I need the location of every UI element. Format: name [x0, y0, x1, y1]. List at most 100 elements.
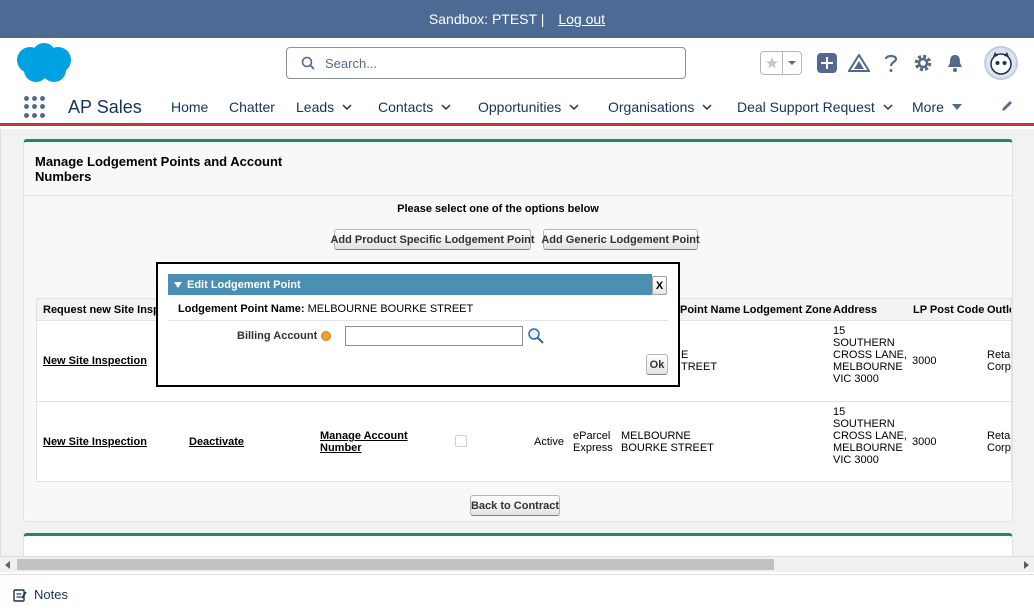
billing-account-label: Billing Account — [237, 330, 332, 342]
chevron-down-icon[interactable] — [883, 102, 893, 112]
billing-account-label-text: Billing Account — [237, 330, 318, 342]
nav-item-label[interactable]: More — [912, 99, 944, 115]
deactivate-link[interactable]: Deactivate — [189, 436, 244, 448]
page-title: Manage Lodgement Points and Account Numb… — [35, 154, 283, 184]
lodgement-point-name-label: Lodgement Point Name: — [178, 303, 305, 315]
secondary-panel — [23, 533, 1013, 556]
pencil-icon[interactable] — [1000, 99, 1014, 116]
active-checkbox[interactable] — [455, 435, 467, 447]
nav-item-home[interactable]: Home — [171, 99, 208, 115]
lodgement-point-name-value: MELBOURNE BOURKE STREET — [307, 303, 474, 315]
ok-button[interactable]: Ok — [646, 354, 668, 375]
nav-item-deal-support-request[interactable]: Deal Support Request — [737, 99, 893, 115]
lookup-search-icon[interactable] — [527, 327, 545, 345]
caret-down-icon[interactable] — [951, 102, 962, 112]
global-search-input[interactable]: Search... — [286, 47, 686, 79]
add-icon[interactable] — [816, 52, 838, 74]
post-code-cell: 3000 — [912, 355, 937, 367]
nav-item-more[interactable]: More — [912, 99, 962, 115]
nav-item-opportunities[interactable]: Opportunities — [478, 99, 579, 115]
product-line: Express — [573, 442, 613, 454]
lp-name-line: TREET — [681, 361, 718, 373]
table-row: New Site Inspection Deactivate Manage Ac… — [37, 402, 1011, 481]
chevron-down-icon[interactable] — [569, 102, 579, 112]
gear-icon[interactable] — [912, 52, 934, 74]
column-header-lp-name: Point Name — [680, 304, 741, 316]
lp-name-cell: MELBOURNE BOURKE STREET — [621, 430, 714, 454]
lp-name-line: MELBOURNE — [621, 430, 691, 442]
trailhead-icon[interactable] — [848, 52, 870, 74]
collapse-triangle-icon[interactable] — [174, 281, 182, 288]
manage-account-number-link[interactable]: Manage Account Number — [320, 430, 420, 454]
lp-name-line: BOURKE STREET — [621, 442, 714, 454]
bell-icon[interactable] — [944, 52, 966, 74]
nav-item-label[interactable]: Chatter — [229, 99, 275, 115]
favorites-control[interactable] — [760, 51, 802, 75]
nav-item-chatter[interactable]: Chatter — [229, 99, 275, 115]
column-header-outlet-type: Outlet Type — [987, 304, 1011, 316]
add-generic-lodgement-point-button[interactable]: Add Generic Lodgement Point — [541, 229, 700, 250]
salesforce-logo-icon[interactable] — [14, 43, 74, 83]
app-nav-bar: AP Sales Home Chatter Leads Contacts Opp… — [0, 88, 1034, 126]
app-name: AP Sales — [68, 97, 142, 117]
app-launcher-icon[interactable] — [24, 96, 46, 118]
back-to-contract-button[interactable]: Back to Contract — [470, 495, 560, 516]
new-site-inspection-link[interactable]: New Site Inspection — [43, 355, 147, 367]
column-header-zone: Lodgement Zone — [743, 304, 832, 316]
star-icon[interactable] — [761, 52, 783, 74]
divider — [24, 195, 1012, 196]
notes-utility-item[interactable]: Notes — [13, 587, 68, 602]
horizontal-scrollbar[interactable] — [0, 556, 1034, 572]
new-site-inspection-link[interactable]: New Site Inspection — [43, 436, 147, 448]
close-button[interactable]: X — [652, 276, 667, 295]
lp-name-cell: E TREET — [681, 349, 717, 373]
nav-item-label[interactable]: Organisations — [608, 99, 694, 115]
search-placeholder: Search... — [325, 55, 378, 71]
scrollbar-thumb[interactable] — [17, 559, 774, 570]
outlet-type-cell: Retail - Corp — [987, 430, 1011, 454]
address-cell: 15 SOUTHERN CROSS LANE, MELBOURNE VIC 30… — [833, 406, 907, 466]
sandbox-label: Sandbox: PTEST | — [428, 11, 545, 27]
scroll-left-icon[interactable] — [5, 561, 10, 569]
global-header: Search... — [0, 38, 1034, 88]
logout-link[interactable]: Log out — [558, 11, 605, 27]
column-header-address: Address — [833, 304, 878, 316]
instructions-text: Please select one of the options below — [397, 203, 599, 215]
chevron-down-icon[interactable] — [342, 102, 352, 112]
chevron-down-icon[interactable] — [783, 52, 801, 74]
outlet-type-cell: Retail - Corp — [987, 349, 1011, 373]
scroll-right-icon[interactable] — [1024, 561, 1029, 569]
nav-item-label[interactable]: Deal Support Request — [737, 99, 875, 115]
nav-item-leads[interactable]: Leads — [296, 99, 352, 115]
address-cell: 15 SOUTHERN CROSS LANE, MELBOURNE VIC 30… — [833, 325, 907, 385]
product-cell: eParcel Express — [573, 430, 613, 454]
chevron-down-icon[interactable] — [702, 102, 712, 112]
user-avatar[interactable] — [984, 46, 1018, 80]
help-info-icon[interactable] — [321, 331, 332, 341]
lodgement-point-name: Lodgement Point Name: MELBOURNE BOURKE S… — [178, 303, 473, 315]
add-product-lodgement-point-button[interactable]: Add Product Specific Lodgement Point — [330, 229, 535, 250]
notes-icon — [13, 588, 27, 602]
billing-account-input[interactable] — [345, 326, 523, 346]
utility-bar: Notes — [0, 574, 1034, 614]
chevron-down-icon[interactable] — [441, 102, 451, 112]
nav-item-label[interactable]: Leads — [296, 99, 334, 115]
search-icon — [301, 56, 315, 70]
notes-label[interactable]: Notes — [34, 587, 68, 602]
nav-item-label[interactable]: Home — [171, 99, 208, 115]
help-icon[interactable] — [880, 52, 902, 74]
product-line: eParcel — [573, 430, 611, 442]
lp-name-line: E — [681, 349, 689, 361]
dialog-header: Edit Lodgement Point — [168, 274, 652, 295]
edit-lodgement-point-dialog: Edit Lodgement Point X Lodgement Point N… — [156, 262, 680, 387]
nav-item-contacts[interactable]: Contacts — [378, 99, 451, 115]
nav-item-organisations[interactable]: Organisations — [608, 99, 712, 115]
status-cell: Active — [534, 436, 564, 448]
post-code-cell: 3000 — [912, 436, 937, 448]
header-icons — [760, 46, 1018, 80]
nav-item-label[interactable]: Opportunities — [478, 99, 561, 115]
divider — [168, 320, 668, 321]
dialog-title: Edit Lodgement Point — [187, 278, 301, 291]
sandbox-bar: Sandbox: PTEST | Log out — [0, 0, 1034, 38]
nav-item-label[interactable]: Contacts — [378, 99, 433, 115]
